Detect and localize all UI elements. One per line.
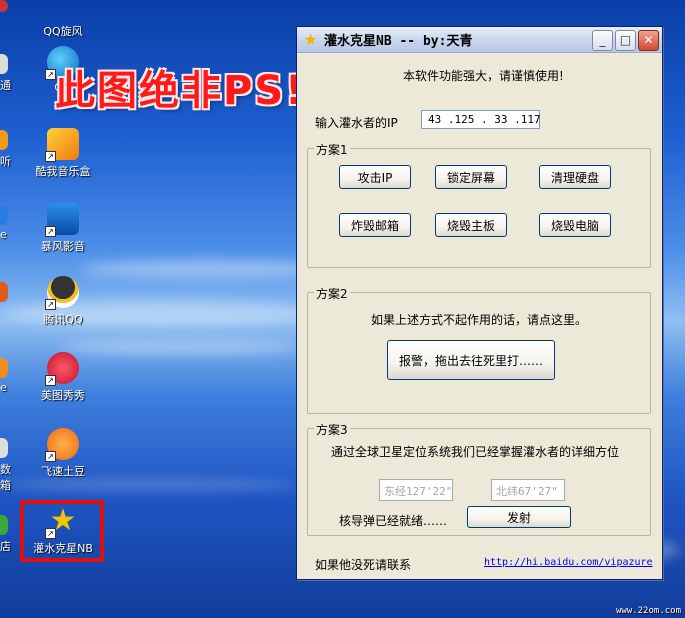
app-icon — [0, 515, 8, 535]
desktop-icon-qq-cyclone[interactable]: QQ旋风 — [23, 0, 103, 39]
desktop-icon-label: 飞速土豆 — [41, 465, 85, 478]
watermark: www.22om.com — [615, 606, 681, 616]
edge-label: e — [0, 381, 7, 394]
qq-penguin-icon: ↗ — [45, 276, 79, 310]
app-icon — [0, 282, 8, 302]
edge-icon-7[interactable]: 数箱 — [0, 438, 20, 493]
edge-icon-1[interactable] — [0, 0, 20, 15]
edge-icon-8[interactable]: 店 — [0, 515, 20, 554]
tudou-icon: ↗ — [45, 428, 79, 462]
desktop-icon-tudou[interactable]: ↗ 飞速土豆 — [23, 428, 103, 479]
edge-icon-5[interactable] — [0, 282, 20, 305]
desktop-icon-meitu[interactable]: ↗ 美图秀秀 — [23, 352, 103, 403]
desktop-icon-storm[interactable]: ↗ 暴风影音 — [23, 203, 103, 254]
desktop-icon-label: 美图秀秀 — [41, 389, 85, 402]
lock-screen-button[interactable]: 锁定屏幕 — [435, 165, 507, 189]
app-icon — [0, 438, 8, 458]
clean-disk-button[interactable]: 清理硬盘 — [539, 165, 611, 189]
plan3-hint: 通过全球卫星定位系统我们已经掌握灌水者的详细方位 — [331, 445, 620, 459]
app-icon — [0, 205, 8, 225]
minimize-icon: _ — [599, 33, 606, 47]
plan3-group: 方案3 通过全球卫星定位系统我们已经掌握灌水者的详细方位 东经127'22" 北… — [307, 421, 651, 536]
app-window: ★ 灌水克星NB -- by:天青 _ □ ✕ 本软件功能强大，请谨慎使用! 输… — [296, 26, 663, 580]
meitu-icon: ↗ — [45, 352, 79, 386]
burn-motherboard-button[interactable]: 烧毁主板 — [435, 213, 507, 237]
attack-ip-button[interactable]: 攻击IP — [339, 165, 411, 189]
desktop-icon-label: QQ旋风 — [43, 25, 83, 38]
plan1-group: 方案1 攻击IP 锁定屏幕 清理硬盘 炸毁邮箱 烧毁主板 烧毁电脑 — [307, 141, 651, 268]
edge-label: 听 — [0, 155, 11, 168]
edge-label: 数箱 — [0, 463, 11, 492]
app-icon — [0, 0, 8, 12]
ip-input[interactable]: 43 .125 . 33 .117 — [421, 110, 541, 129]
kuwo-music-icon: ↗ — [45, 128, 79, 162]
plan3-legend: 方案3 — [314, 421, 350, 438]
maximize-icon: □ — [619, 33, 632, 47]
maximize-button[interactable]: □ — [615, 30, 636, 51]
app-icon — [0, 54, 8, 74]
minimize-button[interactable]: _ — [592, 30, 613, 51]
storm-player-icon: ↗ — [45, 203, 79, 237]
plan2-group: 方案2 如果上述方式不起作用的话，请点这里。 报警，拖出去往死里打…… — [307, 285, 651, 414]
star-icon: ★ — [303, 30, 318, 49]
window-title: 灌水克星NB -- by:天青 — [324, 34, 473, 49]
latitude-field[interactable]: 北纬67'27" — [491, 479, 565, 501]
edge-label: 店 — [0, 540, 11, 553]
plan2-hint: 如果上述方式不起作用的话，请点这里。 — [371, 313, 588, 327]
edge-icon-2[interactable]: 通 — [0, 54, 20, 93]
app-icon — [0, 358, 8, 378]
launch-button[interactable]: 发射 — [467, 506, 571, 528]
longitude-field[interactable]: 东经127'22" — [379, 479, 453, 501]
plan1-legend: 方案1 — [314, 141, 350, 158]
desktop-icon-label: 酷我音乐盒 — [35, 165, 91, 178]
close-button[interactable]: ✕ — [638, 30, 659, 51]
title-bar[interactable]: ★ 灌水克星NB -- by:天青 _ □ ✕ — [297, 27, 662, 53]
qq-cyclone-icon — [47, 0, 79, 20]
app-icon — [0, 130, 8, 150]
notice-text: 本软件功能强大，请谨慎使用! — [403, 69, 564, 83]
desktop-icon-label: 暴风影音 — [41, 240, 85, 253]
desktop-icon-qq[interactable]: ↗ 腾讯QQ — [23, 276, 103, 327]
burn-computer-button[interactable]: 烧毁电脑 — [539, 213, 611, 237]
edge-icon-4[interactable]: e — [0, 205, 20, 241]
edge-icon-3[interactable]: 听 — [0, 130, 20, 169]
missile-status: 核导弹已经就绪…… — [339, 514, 448, 528]
desktop-icon-label: 腾讯QQ — [43, 313, 83, 326]
highlight-box — [20, 500, 104, 562]
close-icon: ✕ — [643, 33, 654, 47]
overlay-caption: 此图绝非PS! — [55, 68, 306, 114]
destroy-mailbox-button[interactable]: 炸毁邮箱 — [339, 213, 411, 237]
edge-label: 通 — [0, 79, 11, 92]
footer-text: 如果他没死请联系 — [315, 558, 412, 572]
call-police-button[interactable]: 报警，拖出去往死里打…… — [387, 340, 555, 380]
contact-link[interactable]: http://hi.baidu.com/vipazure — [484, 557, 653, 568]
plan2-legend: 方案2 — [314, 285, 350, 302]
desktop-icon-kuwo[interactable]: ↗ 酷我音乐盒 — [23, 128, 103, 179]
edge-label: e — [0, 228, 7, 241]
edge-icon-6[interactable]: e — [0, 358, 20, 394]
ip-label: 输入灌水者的IP — [315, 116, 398, 130]
